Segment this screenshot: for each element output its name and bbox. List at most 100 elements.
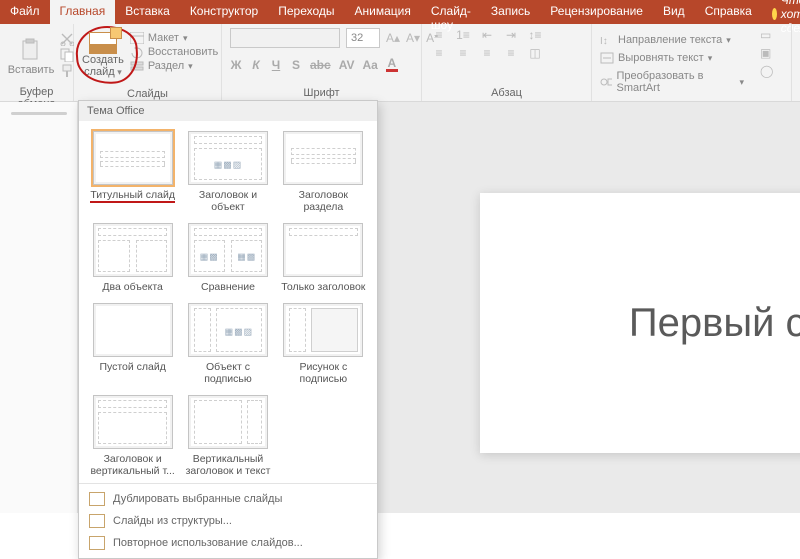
group-slides: Создать слайд Макет Восстановить Раздел … <box>74 24 222 101</box>
group-font-label: Шрифт <box>230 87 413 101</box>
tab-slideshow[interactable]: Слайд-шоу <box>421 0 481 24</box>
cut-button[interactable] <box>60 32 74 46</box>
reset-icon <box>130 46 144 58</box>
tab-view[interactable]: Вид <box>653 0 695 24</box>
decrease-font-icon[interactable]: A▾ <box>406 31 420 45</box>
tab-animation[interactable]: Анимация <box>345 0 421 24</box>
numbering-button[interactable]: 1≡ <box>454 28 472 42</box>
slides-from-outline-button[interactable]: Слайды из структуры... <box>79 510 377 532</box>
layout-button[interactable]: Макет <box>130 32 218 44</box>
layout-label: Пустой слайд <box>99 361 165 373</box>
format-painter-button[interactable] <box>60 64 74 78</box>
copy-button[interactable] <box>60 48 74 62</box>
font-color-button[interactable]: A <box>386 58 398 72</box>
reset-button[interactable]: Восстановить <box>130 46 218 58</box>
layout-vertical-title-text[interactable]: Вертикальный заголовок и текст <box>184 395 271 477</box>
layout-label: Рисунок с подписью <box>280 361 367 385</box>
duplicate-icon <box>89 492 105 506</box>
ribbon: Вставить Буфер обмена Создать <box>0 24 800 102</box>
layout-title-only[interactable]: Только заголовок <box>280 223 367 293</box>
ribbon-tabs: Файл Главная Вставка Конструктор Переход… <box>0 0 800 24</box>
font-family-input[interactable] <box>230 28 340 48</box>
indent-inc-button[interactable]: ⇥ <box>502 28 520 42</box>
layout-label: Титульный слайд <box>90 189 175 203</box>
justify-button[interactable]: ≡ <box>502 46 520 60</box>
layout-title-vertical-text[interactable]: Заголовок и вертикальный т... <box>89 395 176 477</box>
section-button[interactable]: Раздел <box>130 60 218 72</box>
layout-label: Заголовок и объект <box>184 189 271 213</box>
new-slide-gallery: Тема Office Титульный слайд ▦▩▨ Заголово… <box>78 100 378 559</box>
svg-text:I↕: I↕ <box>600 36 608 46</box>
copy-icon <box>60 48 74 62</box>
reuse-slides-button[interactable]: Повторное использование слайдов... <box>79 532 377 554</box>
new-slide-button[interactable]: Создать слайд <box>82 28 124 88</box>
group-font: A▴ A▾ A𝄺 Ж К Ч S abc AV Aa A Шрифт <box>222 24 422 101</box>
group-drawing: ▭ ▣ ◯ <box>752 24 792 101</box>
layout-content-caption[interactable]: ▦▩▨ Объект с подписью <box>184 303 271 385</box>
align-text-button[interactable]: Выровнять текст <box>600 52 712 64</box>
columns-button[interactable]: ◫ <box>526 46 544 60</box>
tab-record[interactable]: Запись <box>481 0 540 24</box>
underline-button[interactable]: Ч <box>270 58 282 72</box>
layout-title-content[interactable]: ▦▩▨ Заголовок и объект <box>184 131 271 213</box>
line-spacing-button[interactable]: ↕≡ <box>526 28 544 42</box>
smartart-button[interactable]: Преобразовать в SmartArt <box>600 70 744 94</box>
italic-button[interactable]: К <box>250 58 262 72</box>
case-button[interactable]: Aa <box>362 58 377 72</box>
tab-home[interactable]: Главная <box>50 0 116 24</box>
paste-label: Вставить <box>8 64 55 76</box>
text-direction-button[interactable]: I↕ Направление текста <box>600 34 731 46</box>
slide-thumbnail-panel[interactable] <box>0 102 78 513</box>
duplicate-slides-button[interactable]: Дублировать выбранные слайды <box>79 488 377 510</box>
layout-label: Только заголовок <box>281 281 365 293</box>
increase-font-icon[interactable]: A▴ <box>386 31 400 45</box>
smartart-icon <box>600 76 612 88</box>
clipboard-icon <box>17 38 45 62</box>
slide-title-text: Первый сла <box>629 301 800 346</box>
tab-file[interactable]: Файл <box>0 0 50 24</box>
styles-icon[interactable]: ◯ <box>760 64 773 78</box>
align-text-icon <box>600 52 614 64</box>
layout-section-header[interactable]: Заголовок раздела <box>280 131 367 213</box>
shapes-icon[interactable]: ▭ <box>760 28 771 42</box>
text-direction-icon: I↕ <box>600 34 614 46</box>
layout-picture-caption[interactable]: Рисунок с подписью <box>280 303 367 385</box>
tab-review[interactable]: Рецензирование <box>540 0 653 24</box>
layout-label: Два объекта <box>102 281 162 293</box>
group-paragraph: ≡ 1≡ ⇤ ⇥ ↕≡ ≡ ≡ ≡ ≡ ◫ Абзац <box>422 24 592 101</box>
paste-button[interactable]: Вставить <box>8 28 54 86</box>
tell-me-search[interactable]: Что вы хотите сдела <box>762 0 800 24</box>
align-left-button[interactable]: ≡ <box>430 46 448 60</box>
current-slide[interactable]: Первый сла <box>480 193 800 453</box>
layout-comparison[interactable]: ▦▩▦▩ Сравнение <box>184 223 271 293</box>
tab-design[interactable]: Конструктор <box>180 0 268 24</box>
tab-insert[interactable]: Вставка <box>115 0 180 24</box>
align-center-button[interactable]: ≡ <box>454 46 472 60</box>
layout-label: Сравнение <box>201 281 255 293</box>
indent-dec-button[interactable]: ⇤ <box>478 28 496 42</box>
shadow-button[interactable]: abc <box>310 58 331 72</box>
outline-icon <box>89 514 105 528</box>
group-paragraph-label: Абзац <box>430 87 583 101</box>
new-slide-icon <box>89 32 117 54</box>
layout-two-content[interactable]: Два объекта <box>89 223 176 293</box>
layout-label: Объект с подписью <box>184 361 271 385</box>
spacing-button[interactable]: AV <box>339 58 355 72</box>
strike-button[interactable]: S <box>290 58 302 72</box>
brush-icon <box>60 64 74 78</box>
layout-title-slide[interactable]: Титульный слайд <box>89 131 176 213</box>
arrange-icon[interactable]: ▣ <box>760 46 771 60</box>
bulb-icon <box>772 8 777 20</box>
section-icon <box>130 60 144 72</box>
align-right-button[interactable]: ≡ <box>478 46 496 60</box>
layout-label: Вертикальный заголовок и текст <box>184 453 271 477</box>
tab-help[interactable]: Справка <box>695 0 762 24</box>
tab-transitions[interactable]: Переходы <box>268 0 344 24</box>
bold-button[interactable]: Ж <box>230 58 242 72</box>
font-size-input[interactable] <box>346 28 380 48</box>
layout-label: Заголовок раздела <box>280 189 367 213</box>
bullets-button[interactable]: ≡ <box>430 28 448 42</box>
new-slide-label2: слайд <box>84 66 122 78</box>
thumbnail-stub <box>11 112 67 115</box>
layout-blank[interactable]: Пустой слайд <box>89 303 176 385</box>
